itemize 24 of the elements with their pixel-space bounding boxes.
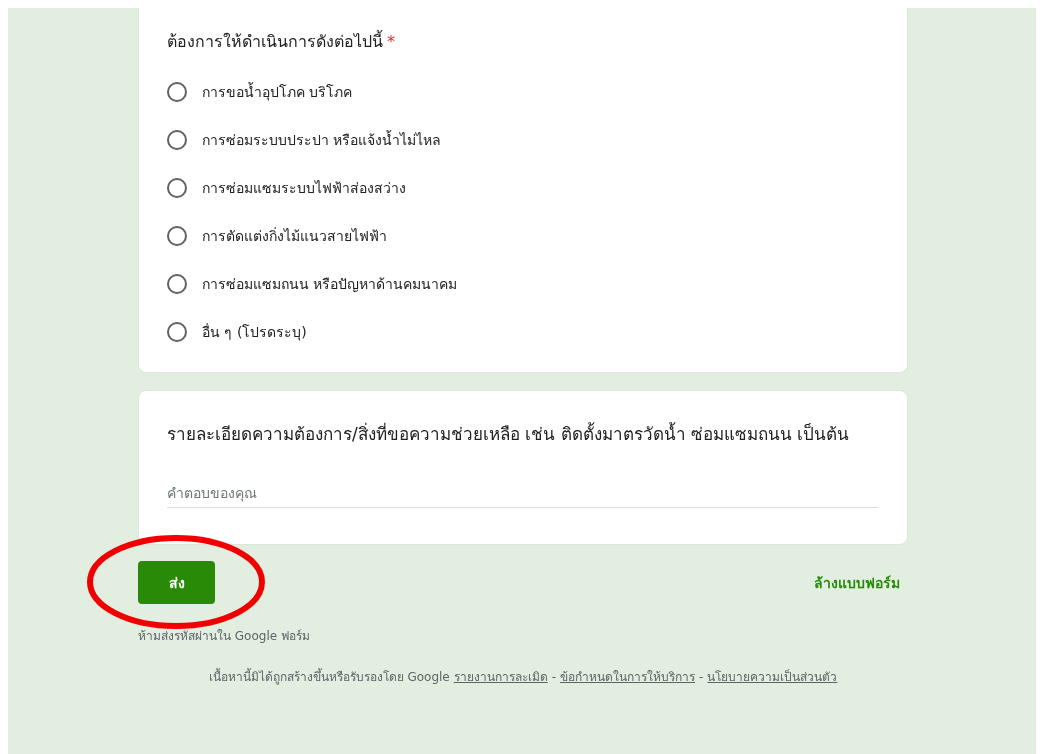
required-mark: *	[387, 32, 395, 51]
option-label[interactable]: การซ่อมระบบประปา หรือแจ้งน้ำไม่ไหล	[202, 129, 442, 151]
radio-button[interactable]	[167, 178, 187, 198]
radio-button[interactable]	[167, 226, 187, 246]
submit-button[interactable]: ส่ง	[138, 561, 215, 604]
radio-button[interactable]	[167, 82, 187, 102]
separator: -	[699, 670, 704, 684]
radio-button[interactable]	[167, 130, 187, 150]
question-title: ต้องการให้ดำเนินการดังต่อไปนี้	[167, 32, 383, 51]
radio-button[interactable]	[167, 274, 187, 294]
footer-link[interactable]: ข้อกำหนดในการให้บริการ	[560, 670, 696, 684]
option-label[interactable]: การขอน้ำอุปโภค บริโภค	[202, 81, 353, 103]
option-label[interactable]: การตัดแต่งกิ่งไม้แนวสายไฟฟ้า	[202, 225, 387, 247]
footer-link[interactable]: รายงานการละเมิด	[453, 670, 548, 684]
option-label[interactable]: การซ่อมแซมถนน หรือปัญหาด้านคมนาคม	[202, 273, 458, 295]
radio-button[interactable]	[167, 322, 187, 342]
option-label[interactable]: การซ่อมแซมระบบไฟฟ้าส่องสว่าง	[202, 177, 406, 199]
footer-link[interactable]: นโยบายความเป็นส่วนตัว	[707, 670, 838, 684]
password-warning: ห้ามส่งรหัสผ่านใน Google ฟอร์ม	[138, 628, 311, 645]
separator: -	[551, 670, 557, 684]
option-label[interactable]: อื่น ๆ (โปรดระบุ)	[202, 321, 307, 343]
question-title: รายละเอียดความต้องการ/สิ่งที่ขอความช่วยเหลือ เช่น ติดตั้งมาตรวัดน้ำ ซ่อมแซมถนน เป็นต้น	[167, 421, 851, 446]
clear-form-link[interactable]: ล้างแบบฟอร์ม	[814, 571, 900, 594]
footer-text: เนื้อหานี้มิได้ถูกสร้างขึ้นหรือรับรองโดย Google	[208, 670, 450, 684]
